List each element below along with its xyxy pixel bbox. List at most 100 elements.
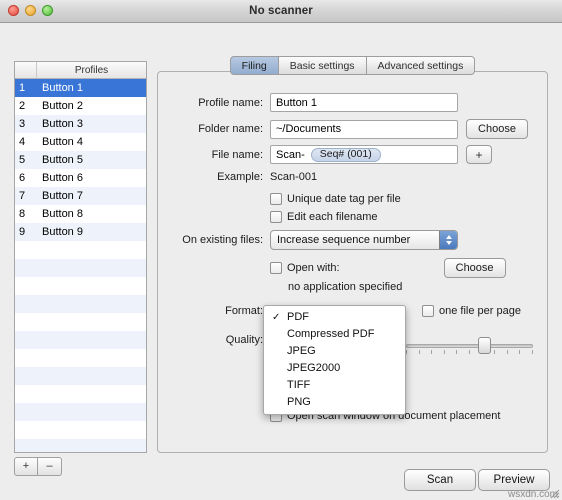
- list-item[interactable]: 4 Button 4: [15, 133, 146, 151]
- minimize-icon[interactable]: [25, 5, 36, 16]
- list-item-empty: [15, 367, 146, 385]
- remove-profile-button[interactable]: –: [38, 457, 62, 476]
- one-file-per-page-checkbox[interactable]: one file per page: [422, 305, 521, 317]
- folder-choose-button[interactable]: Choose: [466, 119, 528, 139]
- list-item[interactable]: 7 Button 7: [15, 187, 146, 205]
- example-row: Example: Scan-001: [158, 171, 547, 183]
- menu-item-pdf[interactable]: ✓ PDF: [264, 309, 405, 326]
- edit-each-filename-label: Edit each filename: [287, 211, 378, 223]
- menu-item-label: Compressed PDF: [287, 328, 375, 340]
- profile-name-input[interactable]: Button 1: [270, 93, 458, 112]
- tab-basic-settings[interactable]: Basic settings: [278, 56, 367, 75]
- window-body: Profiles 1 Button 1 2 Button 2 3 Button …: [0, 23, 562, 500]
- checkbox-icon[interactable]: [270, 193, 282, 205]
- settings-tabs: Filing Basic settings Advanced settings: [157, 56, 548, 75]
- list-item-empty: [15, 241, 146, 259]
- list-item-empty: [15, 439, 146, 452]
- quality-slider-knob[interactable]: [478, 337, 491, 354]
- profile-index: 2: [19, 100, 26, 112]
- file-name-label: File name:: [211, 148, 263, 161]
- example-label: Example:: [217, 171, 263, 183]
- no-application-row: no application specified: [288, 281, 402, 293]
- list-item[interactable]: 3 Button 3: [15, 115, 146, 133]
- list-item-empty: [15, 259, 146, 277]
- profile-index: 8: [19, 208, 26, 220]
- checkbox-icon[interactable]: [270, 262, 282, 274]
- unique-date-tag-row: Unique date tag per file: [270, 193, 401, 205]
- list-item[interactable]: 6 Button 6: [15, 169, 146, 187]
- list-item-empty: [15, 349, 146, 367]
- list-item[interactable]: 8 Button 8: [15, 205, 146, 223]
- format-label: Format:: [225, 305, 263, 317]
- tab-filing[interactable]: Filing: [229, 56, 279, 75]
- checkmark-icon: ✓: [272, 312, 281, 323]
- folder-name-input[interactable]: ~/Documents: [270, 119, 458, 139]
- watermark: wsxdn.com: [507, 489, 558, 500]
- unique-date-tag-checkbox[interactable]: Unique date tag per file: [270, 193, 401, 205]
- list-item[interactable]: 5 Button 5: [15, 151, 146, 169]
- profile-label: Button 6: [42, 172, 83, 184]
- quality-slider-ticks: [406, 350, 533, 354]
- open-with-checkbox[interactable]: Open with:: [270, 262, 340, 274]
- profile-label: Button 1: [42, 82, 83, 94]
- window-title: No scanner: [249, 5, 313, 17]
- chevron-updown-icon[interactable]: [439, 231, 457, 249]
- open-with-row: Open with: Choose: [270, 258, 562, 278]
- quality-label: Quality:: [225, 334, 263, 346]
- profiles-list[interactable]: Profiles 1 Button 1 2 Button 2 3 Button …: [14, 61, 147, 453]
- file-name-prefix: Scan-: [276, 148, 305, 161]
- profile-index: 3: [19, 118, 26, 130]
- add-filename-token-button[interactable]: +: [466, 145, 492, 164]
- profile-name-row: Profile name: Button 1: [158, 93, 547, 112]
- edit-each-filename-row: Edit each filename: [270, 211, 378, 223]
- profile-index: 4: [19, 136, 26, 148]
- tab-advanced-settings[interactable]: Advanced settings: [366, 56, 476, 75]
- menu-item-png[interactable]: PNG: [264, 394, 405, 411]
- list-item-empty: [15, 403, 146, 421]
- profile-label: Button 7: [42, 190, 83, 202]
- edit-each-filename-checkbox[interactable]: Edit each filename: [270, 211, 378, 223]
- file-name-sequence-token[interactable]: Seq# (001): [310, 147, 381, 162]
- unique-date-tag-label: Unique date tag per file: [287, 193, 401, 205]
- quality-slider-track[interactable]: [406, 344, 533, 348]
- preview-button[interactable]: Preview: [478, 469, 550, 491]
- close-icon[interactable]: [8, 5, 19, 16]
- open-with-choose-button[interactable]: Choose: [443, 258, 506, 278]
- profile-index: 9: [19, 226, 26, 238]
- format-dropdown-menu[interactable]: ✓ PDF Compressed PDF JPEG JPEG2000 TIFF …: [263, 305, 406, 415]
- profile-index: 1: [19, 82, 26, 94]
- on-existing-files-select[interactable]: Increase sequence number: [270, 230, 458, 250]
- profile-index: 5: [19, 154, 26, 166]
- folder-name-row: Folder name: ~/Documents Choose: [158, 119, 547, 139]
- window-controls: [8, 5, 53, 16]
- menu-item-label: JPEG2000: [287, 362, 341, 374]
- menu-item-compressed-pdf[interactable]: Compressed PDF: [264, 326, 405, 343]
- menu-item-tiff[interactable]: TIFF: [264, 377, 405, 394]
- menu-item-label: PDF: [287, 311, 309, 323]
- list-item-empty: [15, 421, 146, 439]
- list-item[interactable]: 1 Button 1: [15, 79, 146, 97]
- menu-item-jpeg[interactable]: JPEG: [264, 343, 405, 360]
- scan-button[interactable]: Scan: [404, 469, 476, 491]
- list-item-empty: [15, 331, 146, 349]
- maximize-icon[interactable]: [42, 5, 53, 16]
- menu-item-label: TIFF: [287, 379, 311, 391]
- add-profile-button[interactable]: +: [14, 457, 38, 476]
- profile-label: Button 2: [42, 100, 83, 112]
- on-existing-files-row: On existing files: Increase sequence num…: [158, 230, 547, 250]
- profile-label: Button 8: [42, 208, 83, 220]
- list-item[interactable]: 9 Button 9: [15, 223, 146, 241]
- checkbox-icon[interactable]: [270, 211, 282, 223]
- menu-item-jpeg2000[interactable]: JPEG2000: [264, 360, 405, 377]
- one-file-per-page-label: one file per page: [439, 305, 521, 317]
- window-titlebar: No scanner: [0, 0, 562, 23]
- profiles-toolbar: + –: [14, 457, 62, 476]
- example-value: Scan-001: [270, 171, 318, 183]
- profile-label: Button 4: [42, 136, 83, 148]
- profile-name-label: Profile name:: [198, 96, 263, 109]
- list-item-empty: [15, 385, 146, 403]
- checkbox-icon[interactable]: [422, 305, 434, 317]
- folder-name-label: Folder name:: [198, 123, 263, 135]
- file-name-input[interactable]: Scan- Seq# (001): [270, 145, 458, 164]
- list-item[interactable]: 2 Button 2: [15, 97, 146, 115]
